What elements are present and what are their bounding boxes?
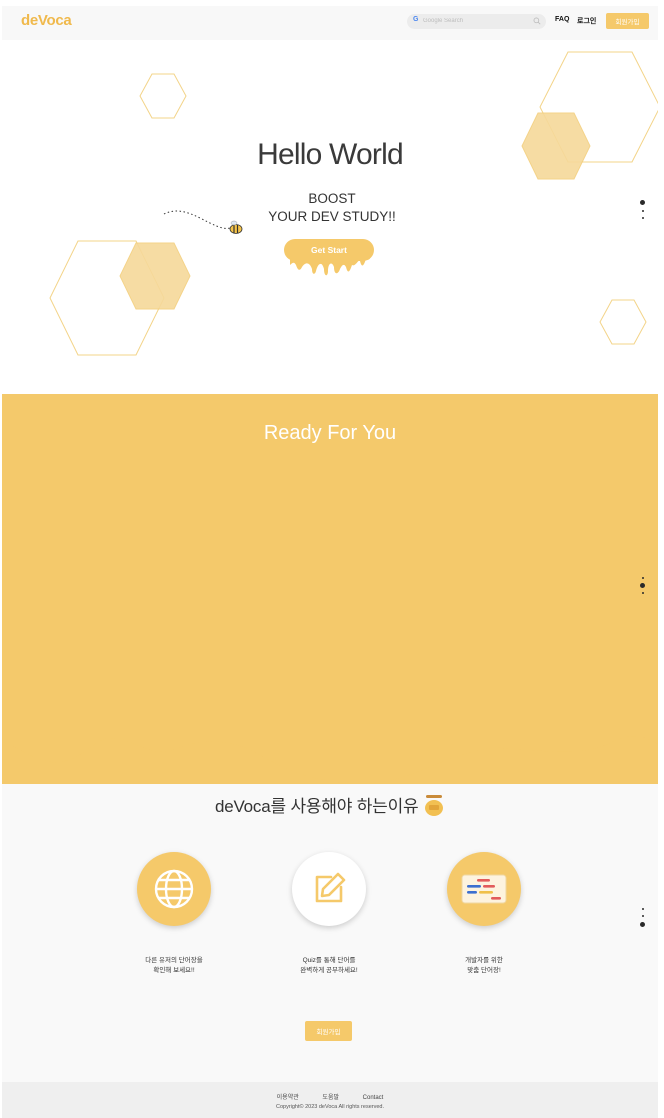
bee-icon	[163, 210, 243, 234]
hexagon-decoration	[599, 299, 647, 345]
copyright: Copyright© 2023 deVoca All rights reserv…	[275, 1104, 384, 1110]
feature-icon-circle	[137, 852, 211, 926]
section-dot[interactable]	[641, 908, 644, 910]
section-indicator[interactable]	[640, 200, 645, 219]
why-section: deVoca를 사용해야 하는이유 다른 유저의 단어장을 확인해 보세요!!	[2, 784, 658, 1082]
section-dot[interactable]	[641, 592, 644, 594]
section-dot[interactable]	[641, 217, 644, 219]
wave-divider	[2, 720, 658, 784]
section-dot-active[interactable]	[640, 922, 645, 927]
hero-subtitle: BOOST YOUR DEV STUDY!!	[232, 190, 432, 226]
edit-icon	[315, 872, 346, 903]
login-link[interactable]: 로그인	[577, 16, 596, 26]
feature-card: 다른 유저의 단어장을 확인해 보세요!!	[114, 852, 234, 976]
section-indicator[interactable]	[640, 908, 645, 927]
hero-subtitle-line: BOOST	[308, 191, 356, 206]
search-icon[interactable]	[533, 17, 541, 25]
footer-link-terms[interactable]: 이용약관	[277, 1095, 299, 1101]
feature-label: 개발자를 위한 맞춤 단어장!	[465, 957, 503, 974]
faq-link[interactable]: FAQ	[555, 16, 569, 23]
section-dot-active[interactable]	[640, 583, 645, 588]
feature-card: 개발자를 위한 맞춤 단어장!	[424, 852, 544, 976]
honey-pot-icon	[425, 795, 444, 816]
feature-icon-circle	[292, 852, 366, 926]
search-input[interactable]	[423, 15, 523, 27]
footer-link-help[interactable]: 도움말	[322, 1095, 339, 1101]
feature-icon-circle	[447, 852, 521, 926]
signup-button[interactable]: 회원가입	[305, 1021, 352, 1041]
why-title-text: deVoca를 사용해야 하는이유	[214, 797, 419, 816]
section-dot[interactable]	[641, 210, 644, 212]
feature-label: 다른 유저의 단어장을 확인해 보세요!!	[145, 957, 203, 974]
search-bar[interactable]: G	[407, 14, 546, 29]
logo[interactable]: deVoca	[21, 12, 72, 29]
ready-title: Ready For You	[263, 422, 397, 444]
hexagon-decoration	[139, 73, 187, 119]
section-dot[interactable]	[641, 915, 644, 917]
why-title: deVoca를 사용해야 하는이유	[2, 792, 658, 817]
footer-link-contact[interactable]: Contact	[363, 1095, 384, 1101]
feature-label: Quiz를 통해 단어를 완벽하게 공부하세요!	[300, 957, 358, 974]
header: deVoca G FAQ 로그인 회원가입	[2, 6, 658, 40]
footer-links: 이용약관 도움말 Contact	[2, 1092, 658, 1101]
hexagon-decoration	[119, 242, 191, 310]
hero-section: Hello World BOOST YOUR DEV STUDY!! Get S…	[2, 40, 658, 394]
logo-text: deVoca	[21, 12, 72, 29]
section-dot-active[interactable]	[640, 200, 645, 205]
feature-card: Quiz를 통해 단어를 완벽하게 공부하세요!	[269, 852, 389, 976]
globe-icon	[154, 869, 194, 909]
hero-title: Hello World	[257, 138, 404, 171]
signup-button[interactable]: 회원가입	[606, 13, 649, 29]
section-dot[interactable]	[641, 577, 644, 579]
hero-subtitle-line: YOUR DEV STUDY!!	[268, 209, 396, 224]
page: deVoca G FAQ 로그인 회원가입	[2, 6, 658, 1118]
google-icon: G	[413, 16, 419, 23]
get-start-button[interactable]: Get Start	[284, 239, 374, 261]
section-indicator[interactable]	[640, 577, 645, 594]
footer: 이용약관 도움말 Contact Copyright© 2023 deVoca …	[2, 1082, 658, 1118]
code-list-icon	[461, 874, 507, 904]
